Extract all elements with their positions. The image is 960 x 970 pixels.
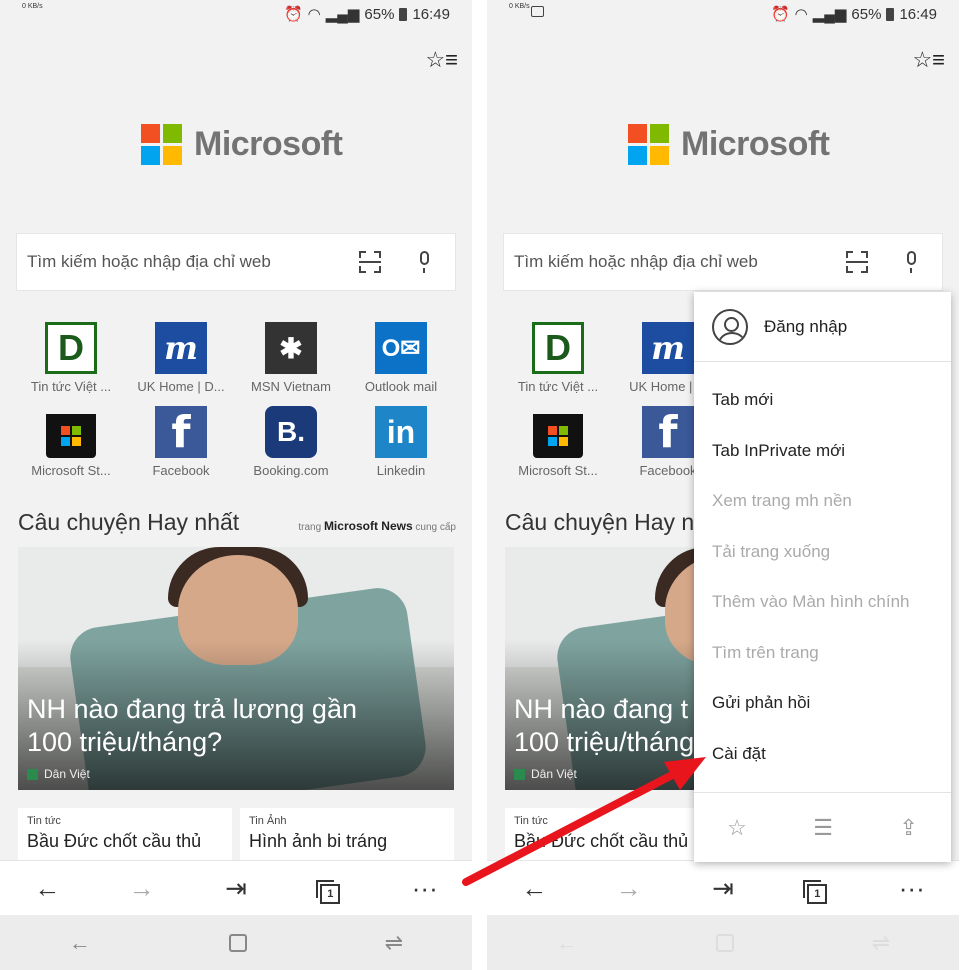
annotation-arrow xyxy=(462,757,706,886)
